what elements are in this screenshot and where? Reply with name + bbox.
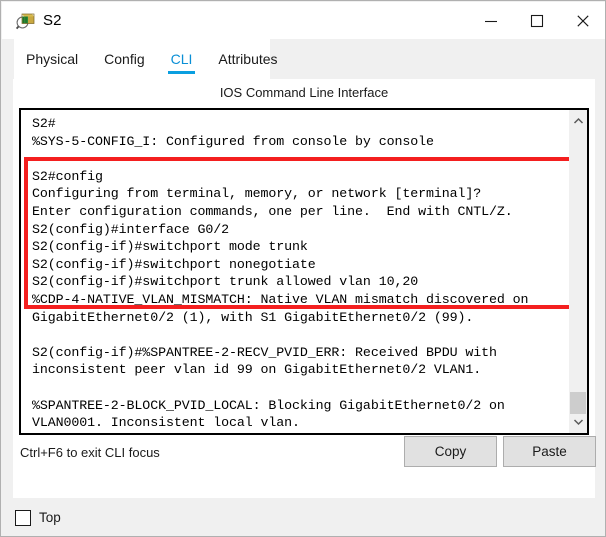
packet-tracer-device-icon xyxy=(15,11,35,31)
tab-strip: Physical Config CLI Attributes xyxy=(2,39,605,79)
bottom-bar: Top xyxy=(2,498,605,536)
top-checkbox-label: Top xyxy=(39,510,61,525)
device-config-window: S2 Physical Config CLI Attributes IOS Co… xyxy=(0,0,606,537)
minimize-icon[interactable] xyxy=(468,2,514,39)
window-title: S2 xyxy=(43,12,62,29)
title-bar: S2 xyxy=(2,2,605,39)
cli-heading: IOS Command Line Interface xyxy=(219,85,389,100)
close-icon[interactable] xyxy=(560,2,605,39)
console-vertical-scrollbar[interactable] xyxy=(569,110,587,433)
cli-focus-hint: Ctrl+F6 to exit CLI focus xyxy=(20,445,160,460)
copy-button[interactable]: Copy xyxy=(404,436,497,467)
tab-config[interactable]: Config xyxy=(104,39,144,79)
tab-list: Physical Config CLI Attributes xyxy=(14,39,304,79)
window-controls xyxy=(468,2,605,39)
console-output-text: S2# %SYS-5-CONFIG_I: Configured from con… xyxy=(32,116,529,431)
top-checkbox[interactable] xyxy=(15,509,31,526)
cli-panel: IOS Command Line Interface S2# %SYS-5-CO… xyxy=(13,79,596,498)
tab-attributes[interactable]: Attributes xyxy=(218,39,277,79)
top-checkbox-group[interactable]: Top xyxy=(15,509,61,526)
chevron-up-icon[interactable] xyxy=(569,112,587,130)
chevron-down-icon[interactable] xyxy=(569,413,587,431)
tab-physical[interactable]: Physical xyxy=(26,39,78,79)
scrollbar-thumb[interactable] xyxy=(570,392,586,414)
console-output-box[interactable]: S2# %SYS-5-CONFIG_I: Configured from con… xyxy=(19,108,589,435)
paste-button[interactable]: Paste xyxy=(503,436,596,467)
maximize-icon[interactable] xyxy=(514,2,560,39)
tab-cli[interactable]: CLI xyxy=(167,39,196,79)
